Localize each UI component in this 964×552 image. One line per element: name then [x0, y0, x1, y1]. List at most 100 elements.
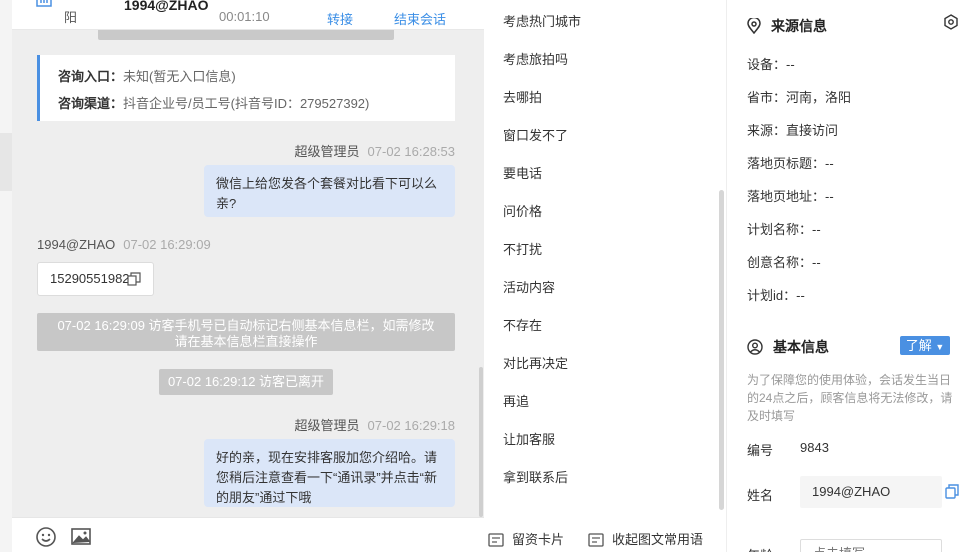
- source-info-row: 计划名称：--: [747, 219, 821, 238]
- source-info-title: 来源信息: [771, 18, 827, 34]
- transfer-button[interactable]: 转接: [327, 9, 353, 28]
- collapse-common-phrases-button[interactable]: 收起图文常用语: [588, 529, 703, 548]
- sender-name: 超级管理员: [294, 418, 360, 433]
- phone-number: 15290551982: [50, 271, 130, 286]
- learn-more-label: 了解: [905, 338, 932, 353]
- sender-name: 1994@ZHAO: [37, 237, 116, 252]
- learn-more-button[interactable]: 了解 ▼: [900, 336, 950, 355]
- copy-icon[interactable]: [127, 272, 141, 286]
- chat-scrollbar[interactable]: [479, 367, 483, 517]
- source-info-value: --: [825, 189, 834, 204]
- quick-reply-item[interactable]: 问价格: [503, 201, 542, 220]
- number-value: 9843: [800, 440, 829, 455]
- agent-message-bubble: 好的亲，现在安排客服加您介绍哈。请您稍后注意查看一下“通讯录”并点击“新的朋友”…: [204, 439, 455, 507]
- quick-reply-item[interactable]: 活动内容: [503, 277, 555, 296]
- entry-key: 咨询入口：: [58, 69, 124, 84]
- name-label: 姓名: [747, 488, 774, 503]
- source-info-row: 来源：直接访问: [747, 120, 838, 139]
- copy-name-icon[interactable]: [945, 484, 959, 502]
- left-edge-strip: [0, 0, 12, 552]
- image-icon[interactable]: [70, 526, 92, 548]
- basic-info-header: 基本信息: [747, 337, 829, 357]
- quick-reply-item[interactable]: 不存在: [503, 315, 542, 334]
- visitor-info-panel: 来源信息 设备：-- 省市：河南，洛阳 来源：直接访问 落地页标题：-- 落地页地址：-…: [727, 0, 964, 552]
- source-info-row: 落地页地址：--: [747, 186, 834, 205]
- phone-number-card[interactable]: 15290551982: [37, 262, 154, 296]
- source-info-value: --: [786, 57, 795, 72]
- number-label: 编号: [747, 443, 774, 458]
- card-icon: [488, 533, 504, 547]
- visitor-left-notice: 07-02 16:29:12 访客已离开: [159, 369, 333, 395]
- end-session-button[interactable]: 结束会话: [394, 9, 446, 28]
- name-value: 1994@ZHAO: [812, 484, 891, 499]
- age-input[interactable]: [800, 539, 942, 552]
- quick-reply-item[interactable]: 拿到联系后: [503, 467, 568, 486]
- message-meta: 超级管理员 07-02 16:28:53: [295, 141, 455, 160]
- quick-reply-footer: 留资卡片 收起图文常用语: [484, 517, 727, 552]
- quick-reply-item[interactable]: 对比再决定: [503, 353, 568, 372]
- quick-reply-item[interactable]: 要电话: [503, 163, 542, 182]
- channel-key: 咨询渠道：: [58, 96, 124, 111]
- message-time: 07-02 16:29:09: [123, 237, 211, 252]
- source-info-value: --: [812, 255, 821, 270]
- source-info-value: 直接访问: [786, 123, 839, 138]
- quick-reply-item[interactable]: 让加客服: [503, 429, 555, 448]
- visitor-name: 1994@ZHAO: [124, 0, 209, 13]
- visitor-region: 阳: [64, 10, 78, 25]
- user-circle-icon: [747, 339, 763, 355]
- quick-reply-panel: 考虑热门城市 考虑旅拍吗去哪拍窗口发不了要电话问价格不打扰活动内容不存在对比再决定…: [484, 0, 727, 552]
- caret-down-icon: ▼: [935, 342, 945, 352]
- quick-reply-item[interactable]: 去哪拍: [503, 87, 542, 106]
- source-info-value: --: [796, 288, 805, 303]
- quick-reply-item[interactable]: 不打扰: [503, 239, 542, 258]
- emoji-icon[interactable]: [35, 526, 57, 548]
- system-notice: 07-02 16:29:09 访客手机号已自动标记右侧基本信息栏，如需修改请在基…: [37, 313, 455, 351]
- chat-panel: 阳 1994@ZHAO 00:01:10 转接 结束会话 咨询入口：未知(暂无入…: [12, 0, 484, 552]
- source-info-row: 创意名称：--: [747, 252, 821, 271]
- agent-message-bubble: 微信上给您发各个套餐对比看下可以么亲?: [204, 165, 455, 217]
- name-field[interactable]: 1994@ZHAO: [800, 476, 942, 508]
- source-info-header: 来源信息: [747, 16, 827, 36]
- source-info-label: 创意名称：: [747, 255, 813, 270]
- consult-info-card: 咨询入口：未知(暂无入口信息) 咨询渠道：抖音企业号/员工号(抖音号ID：279…: [37, 55, 455, 121]
- quick-reply-scrollbar[interactable]: [719, 190, 724, 510]
- age-label: 年龄: [747, 545, 773, 552]
- sender-name: 超级管理员: [294, 144, 360, 159]
- source-info-label: 落地页地址：: [747, 189, 826, 204]
- settings-icon[interactable]: [943, 14, 959, 33]
- channel-value: 抖音企业号/员工号(抖音号ID：279527392): [123, 96, 370, 111]
- source-info-label: 设备：: [747, 57, 787, 72]
- source-info-value: 河南，洛阳: [786, 90, 852, 105]
- source-info-label: 省市：: [747, 90, 787, 105]
- collapse-common-phrases-label: 收起图文常用语: [612, 532, 704, 547]
- source-info-label: 落地页标题：: [747, 156, 826, 171]
- entry-value: 未知(暂无入口信息): [123, 69, 236, 84]
- lead-card-label: 留资卡片: [512, 532, 565, 547]
- phrases-icon: [588, 533, 604, 547]
- chat-header: 阳 1994@ZHAO 00:01:10 转接 结束会话: [12, 0, 484, 30]
- basic-info-title: 基本信息: [773, 339, 829, 355]
- message-time: 07-02 16:28:53: [367, 144, 455, 159]
- source-info-label: 计划名称：: [747, 222, 813, 237]
- quick-reply-item[interactable]: 再追: [503, 391, 529, 410]
- message-time: 07-02 16:29:18: [367, 418, 455, 433]
- system-message-partial: [98, 30, 394, 40]
- quick-reply-item[interactable]: 窗口发不了: [503, 125, 568, 144]
- session-duration: 00:01:10: [219, 9, 270, 24]
- chart-icon: [36, 0, 52, 10]
- source-info-label: 来源：: [747, 123, 787, 138]
- message-meta: 超级管理员 07-02 16:29:18: [295, 415, 455, 434]
- quick-reply-item[interactable]: 考虑旅拍吗: [503, 49, 568, 68]
- quick-reply-item[interactable]: 考虑热门城市: [503, 11, 581, 30]
- source-info-value: --: [812, 222, 821, 237]
- source-info-row: 设备：--: [747, 54, 795, 73]
- left-strip-marker: [0, 133, 12, 191]
- source-info-value: --: [825, 156, 834, 171]
- source-info-row: 计划id：--: [747, 285, 805, 304]
- lead-card-button[interactable]: 留资卡片: [488, 529, 564, 548]
- source-info-row: 落地页标题：--: [747, 153, 834, 172]
- location-icon: [747, 16, 761, 35]
- source-info-row: 省市：河南，洛阳: [747, 87, 851, 106]
- edit-notice: 为了保障您的使用体验，会话发生当日的24点之后，顾客信息将无法修改，请及时填写: [747, 373, 953, 423]
- message-meta: 1994@ZHAO 07-02 16:29:09: [37, 237, 211, 252]
